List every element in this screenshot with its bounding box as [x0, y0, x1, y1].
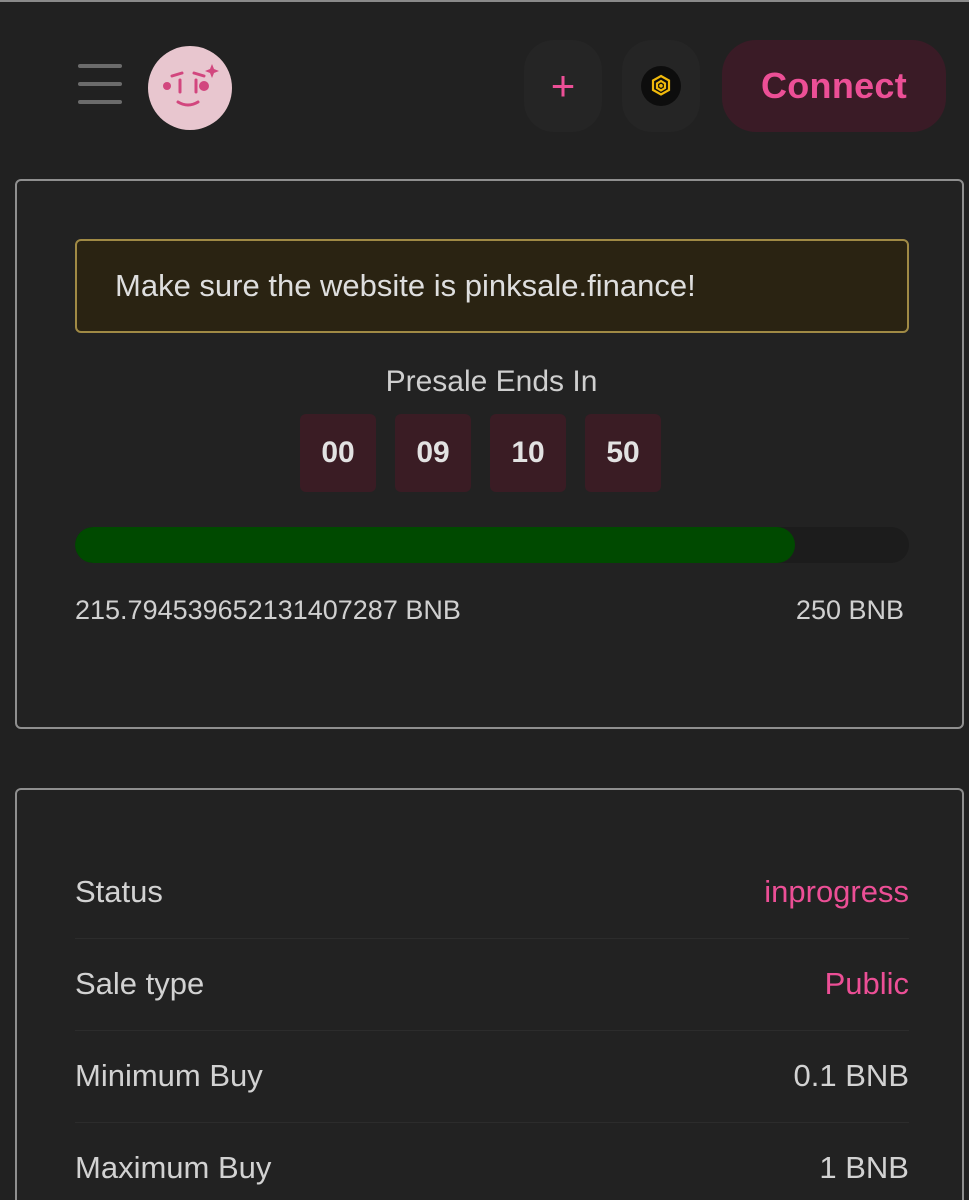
maximum-buy-value: 1 BNB	[819, 1150, 909, 1185]
sale-info-card: Status inprogress Sale type Public Minim…	[15, 788, 964, 1200]
plus-icon: +	[550, 62, 576, 109]
progress-bar-fill	[75, 527, 795, 563]
info-row-status: Status inprogress	[75, 846, 909, 938]
status-value: inprogress	[764, 874, 909, 909]
progress-bar	[75, 527, 909, 563]
status-label: Status	[75, 874, 163, 909]
header: + Connect	[0, 2, 969, 172]
bnb-chain-icon	[641, 66, 681, 106]
countdown-minutes: 10	[490, 414, 566, 492]
warning-banner: Make sure the website is pinksale.financ…	[75, 239, 909, 333]
pinksale-logo[interactable]	[148, 46, 232, 130]
connect-wallet-button[interactable]: Connect	[722, 40, 946, 132]
minimum-buy-label: Minimum Buy	[75, 1058, 263, 1093]
add-button[interactable]: +	[524, 40, 602, 132]
countdown-timer: 00 09 10 50	[300, 414, 670, 492]
countdown-days: 00	[300, 414, 376, 492]
info-row-minimum-buy: Minimum Buy 0.1 BNB	[75, 1030, 909, 1122]
sale-type-label: Sale type	[75, 966, 205, 1001]
hard-cap-amount: 250 BNB	[795, 595, 904, 625]
menu-icon[interactable]	[78, 64, 122, 106]
app-page: + Connect Make sure the website is pinks…	[0, 0, 969, 1200]
presale-card: Make sure the website is pinksale.financ…	[15, 179, 964, 729]
presale-ends-title: Presale Ends In	[385, 365, 598, 398]
countdown-hours: 09	[395, 414, 471, 492]
raised-amount: 215.794539652131407287 BNB	[75, 595, 461, 625]
sale-type-value: Public	[824, 966, 909, 1001]
info-row-maximum-buy: Maximum Buy 1 BNB	[75, 1122, 909, 1200]
maximum-buy-label: Maximum Buy	[75, 1150, 272, 1185]
countdown-seconds: 50	[585, 414, 661, 492]
chain-selector-button[interactable]	[622, 40, 700, 132]
minimum-buy-value: 0.1 BNB	[793, 1058, 909, 1093]
info-row-sale-type: Sale type Public	[75, 938, 909, 1030]
